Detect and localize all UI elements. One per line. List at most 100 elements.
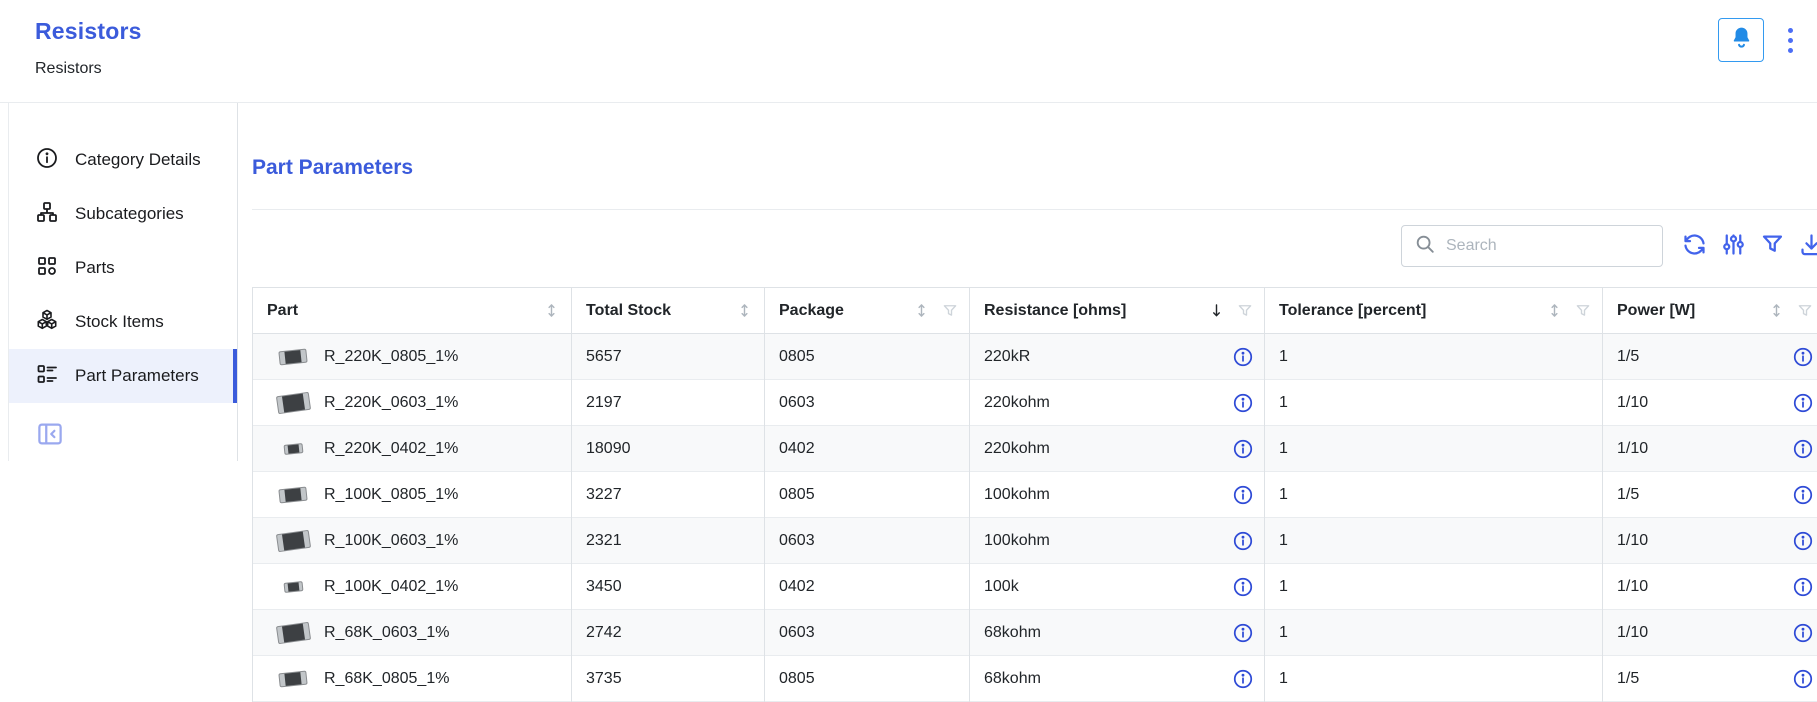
sidebar-item-parts[interactable]: Parts: [9, 241, 237, 295]
power-cell: 1/10: [1617, 532, 1648, 550]
info-icon[interactable]: [1232, 576, 1254, 598]
column-filter-icon[interactable]: [941, 302, 959, 320]
sidebar-collapse-button[interactable]: [35, 419, 65, 449]
power-cell: 1/10: [1617, 440, 1648, 458]
sort-icon[interactable]: [1767, 301, 1786, 320]
column-filter-icon[interactable]: [1796, 302, 1814, 320]
search-box: [1401, 225, 1663, 267]
part-name[interactable]: R_100K_0402_1%: [324, 578, 458, 596]
info-icon[interactable]: [1792, 438, 1814, 460]
power-cell: 1/5: [1617, 670, 1639, 688]
column-header-resistance[interactable]: Resistance [ohms]: [970, 288, 1265, 334]
tolerance-cell: 1: [1265, 334, 1603, 380]
package-cell: 0603: [765, 610, 970, 656]
section-heading: Part Parameters: [252, 156, 1817, 180]
column-filter-icon[interactable]: [1236, 302, 1254, 320]
resistance-cell: 100k: [984, 578, 1019, 596]
part-thumbnail: [275, 431, 311, 467]
part-name[interactable]: R_100K_0603_1%: [324, 532, 458, 550]
table-row[interactable]: R_220K_0805_1% 5657 0805 220kR 1 1/5: [253, 334, 1817, 380]
part-thumbnail: [275, 385, 311, 421]
power-cell: 1/10: [1617, 394, 1648, 412]
package-cell: 0805: [765, 472, 970, 518]
table-row[interactable]: R_100K_0603_1% 2321 0603 100kohm 1 1/10: [253, 518, 1817, 564]
download-button[interactable]: [1797, 229, 1817, 263]
column-header-power[interactable]: Power [W]: [1603, 288, 1817, 334]
sidebar-item-label: Part Parameters: [75, 366, 199, 386]
info-icon[interactable]: [1232, 622, 1254, 644]
column-filter-icon[interactable]: [1574, 302, 1592, 320]
sort-icon[interactable]: [542, 301, 561, 320]
info-icon[interactable]: [1232, 392, 1254, 414]
tolerance-cell: 1: [1265, 426, 1603, 472]
filter-button[interactable]: [1758, 229, 1786, 263]
total-stock-cell: 3735: [572, 656, 765, 702]
total-stock-cell: 5657: [572, 334, 765, 380]
table-row[interactable]: R_68K_0805_1% 3735 0805 68kohm 1 1/5: [253, 656, 1817, 702]
resistance-cell: 68kohm: [984, 670, 1041, 688]
info-icon[interactable]: [1792, 622, 1814, 644]
part-name[interactable]: R_220K_0603_1%: [324, 394, 458, 412]
sidebar-item-label: Parts: [75, 258, 115, 278]
column-settings-button[interactable]: [1719, 229, 1747, 263]
workspace: Category Details Subcategories: [0, 103, 1817, 702]
category-grid-icon: [35, 254, 59, 283]
info-icon[interactable]: [1792, 346, 1814, 368]
info-icon[interactable]: [1232, 484, 1254, 506]
info-icon[interactable]: [1792, 576, 1814, 598]
sort-descending-icon[interactable]: [1207, 301, 1226, 320]
part-thumbnail: [275, 477, 311, 513]
info-icon[interactable]: [1232, 438, 1254, 460]
overflow-menu-button[interactable]: [1780, 22, 1801, 59]
part-name[interactable]: R_68K_0805_1%: [324, 670, 449, 688]
total-stock-cell: 2742: [572, 610, 765, 656]
package-cell: 0603: [765, 518, 970, 564]
sidebar-item-category-details[interactable]: Category Details: [9, 133, 237, 187]
column-header-package[interactable]: Package: [765, 288, 970, 334]
package-cell: 0402: [765, 426, 970, 472]
search-input[interactable]: [1446, 237, 1652, 255]
part-name[interactable]: R_220K_0805_1%: [324, 348, 458, 366]
part-name[interactable]: R_220K_0402_1%: [324, 440, 458, 458]
column-header-tolerance[interactable]: Tolerance [percent]: [1265, 288, 1603, 334]
resistance-cell: 100kohm: [984, 486, 1050, 504]
table-row[interactable]: R_100K_0402_1% 3450 0402 100k 1 1/10: [253, 564, 1817, 610]
total-stock-cell: 2321: [572, 518, 765, 564]
part-name[interactable]: R_100K_0805_1%: [324, 486, 458, 504]
table-row[interactable]: R_220K_0603_1% 2197 0603 220kohm 1 1/10: [253, 380, 1817, 426]
resistance-cell: 100kohm: [984, 532, 1050, 550]
sort-icon[interactable]: [912, 301, 931, 320]
notifications-button[interactable]: [1718, 18, 1764, 62]
table-row[interactable]: R_220K_0402_1% 18090 0402 220kohm 1 1/10: [253, 426, 1817, 472]
column-header-part[interactable]: Part: [253, 288, 572, 334]
table-toolbar: [252, 225, 1817, 267]
dots-vertical-icon: [1788, 28, 1793, 33]
package-cell: 0603: [765, 380, 970, 426]
info-icon[interactable]: [1792, 392, 1814, 414]
sort-icon[interactable]: [735, 301, 754, 320]
column-header-total-stock[interactable]: Total Stock: [572, 288, 765, 334]
info-icon[interactable]: [1792, 530, 1814, 552]
part-name[interactable]: R_68K_0603_1%: [324, 624, 449, 642]
breadcrumb[interactable]: Resistors: [35, 60, 142, 78]
packages-icon: [35, 308, 59, 337]
table-row[interactable]: R_100K_0805_1% 3227 0805 100kohm 1 1/5: [253, 472, 1817, 518]
sidebar-item-subcategories[interactable]: Subcategories: [9, 187, 237, 241]
info-icon[interactable]: [1232, 346, 1254, 368]
power-cell: 1/10: [1617, 624, 1648, 642]
sitemap-icon: [35, 200, 59, 229]
main-content: Part Parameters: [238, 103, 1817, 702]
refresh-button[interactable]: [1680, 229, 1708, 263]
info-icon[interactable]: [1792, 668, 1814, 690]
table-row[interactable]: R_68K_0603_1% 2742 0603 68kohm 1 1/10: [253, 610, 1817, 656]
info-icon[interactable]: [1792, 484, 1814, 506]
sidebar-item-stock-items[interactable]: Stock Items: [9, 295, 237, 349]
sidebar-item-part-parameters[interactable]: Part Parameters: [9, 349, 237, 403]
info-icon[interactable]: [1232, 668, 1254, 690]
sort-icon[interactable]: [1545, 301, 1564, 320]
column-label: Resistance [ohms]: [984, 302, 1126, 320]
info-icon[interactable]: [1232, 530, 1254, 552]
package-cell: 0402: [765, 564, 970, 610]
bell-icon: [1728, 24, 1755, 56]
resistance-cell: 220kR: [984, 348, 1030, 366]
